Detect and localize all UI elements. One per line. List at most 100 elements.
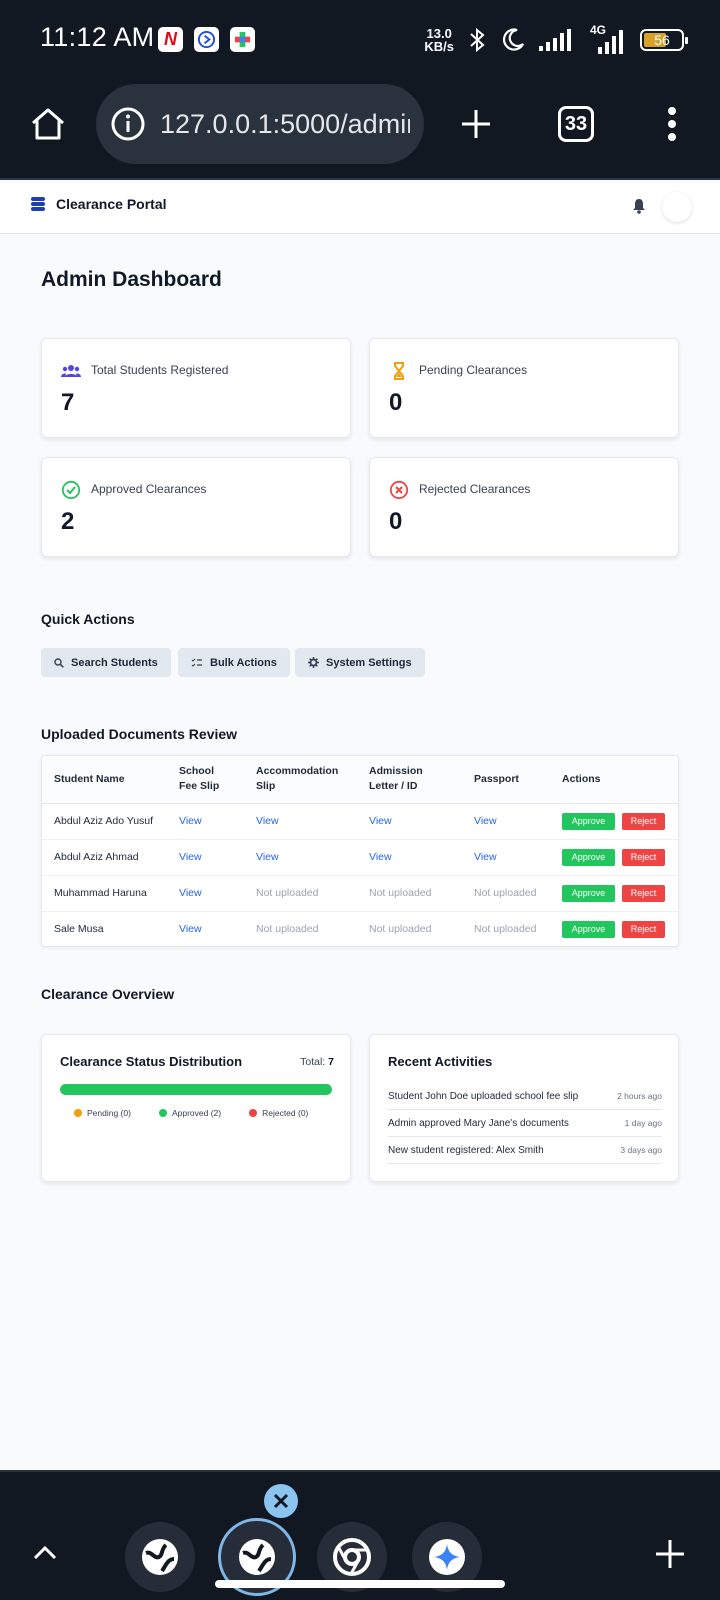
- info-icon[interactable]: [110, 106, 146, 142]
- list-item: Student John Doe uploaded school fee sli…: [388, 1083, 662, 1110]
- check-circle-icon: [61, 480, 81, 500]
- moon-icon: [502, 28, 524, 51]
- approve-button[interactable]: Approve: [562, 920, 615, 938]
- app-header: Clearance Portal: [0, 182, 720, 234]
- student-name: Muhammad Haruna: [42, 875, 167, 912]
- not-uploaded-text: Not uploaded: [256, 923, 319, 936]
- brand[interactable]: Clearance Portal: [30, 196, 167, 212]
- progress-fill: [60, 1084, 332, 1095]
- tab-count: 33: [558, 106, 594, 142]
- close-icon: [273, 1493, 289, 1509]
- not-uploaded-text: Not uploaded: [244, 875, 357, 912]
- column-header: School Fee Slip: [167, 756, 244, 804]
- stat-card-total-students: Total Students Registered 7: [41, 338, 351, 438]
- checklist-icon: [191, 658, 202, 667]
- quick-actions-title: Quick Actions: [41, 611, 135, 627]
- status-time: 11:12 AM: [40, 22, 155, 52]
- student-name: Abdul Aziz Ado Yusuf: [42, 803, 167, 840]
- not-uploaded-text: Not uploaded: [462, 875, 550, 912]
- globe-icon: [239, 1539, 275, 1575]
- more-vert-icon: [668, 107, 676, 141]
- users-icon: [61, 365, 81, 377]
- plus-icon: [656, 1540, 684, 1568]
- collapse-button[interactable]: [30, 1542, 66, 1572]
- hourglass-icon: [394, 362, 404, 380]
- stat-value: 0: [389, 508, 403, 535]
- list-item: New student registered: Alex Smith 3 days…: [388, 1137, 662, 1164]
- view-admission-link[interactable]: View: [357, 803, 462, 840]
- status-bar: 11:12 AM N 13.0 KB/s 4G 56: [0, 0, 720, 80]
- button-label: Bulk Actions: [210, 656, 277, 669]
- bluetooth-icon: [470, 27, 485, 53]
- button-label: Search Students: [71, 656, 158, 669]
- legend-item-approved: Approved (2): [158, 1108, 221, 1118]
- approve-button[interactable]: Approve: [562, 848, 615, 866]
- stat-label: Total Students Registered: [91, 363, 229, 377]
- reject-button[interactable]: Reject: [622, 848, 665, 866]
- network-speed: 13.0 KB/s: [424, 26, 454, 54]
- bell-icon: [633, 199, 645, 214]
- legend-item-pending: Pending (0): [74, 1108, 131, 1118]
- table-row: Muhammad Haruna View Not uploaded Not up…: [42, 875, 678, 912]
- approve-button[interactable]: Approve: [562, 884, 615, 902]
- menu-button[interactable]: [650, 102, 694, 146]
- overview-title: Clearance Overview: [41, 986, 175, 1002]
- tab-switcher-button[interactable]: 33: [554, 102, 598, 146]
- approve-button[interactable]: Approve: [562, 812, 615, 830]
- avatar[interactable]: [662, 192, 692, 222]
- column-header: Student Name: [42, 756, 167, 804]
- view-admission-link[interactable]: View: [357, 839, 462, 876]
- view-accommodation-link[interactable]: View: [244, 839, 357, 876]
- globe-icon: [142, 1539, 178, 1575]
- stat-label: Rejected Clearances: [419, 482, 531, 496]
- close-tab-button[interactable]: [264, 1484, 298, 1518]
- system-settings-button[interactable]: System Settings: [295, 648, 425, 677]
- view-fee-slip-link[interactable]: View: [167, 803, 244, 840]
- bulk-actions-button[interactable]: Bulk Actions: [178, 648, 290, 677]
- table-header-row: Student Name School Fee Slip Accommodati…: [42, 756, 678, 804]
- column-header: Actions: [550, 756, 678, 804]
- url-bar[interactable]: 127.0.0.1:5000/admin: [96, 84, 424, 164]
- view-fee-slip-link[interactable]: View: [167, 839, 244, 876]
- reject-button[interactable]: Reject: [622, 920, 665, 938]
- button-label: System Settings: [326, 656, 412, 669]
- home-icon: [32, 108, 64, 140]
- new-tab-button[interactable]: [454, 102, 498, 146]
- actions-cell: Approve Reject: [550, 803, 678, 840]
- view-fee-slip-link[interactable]: View: [167, 911, 244, 946]
- table-row: Abdul Aziz Ahmad View View View View App…: [42, 839, 678, 876]
- view-accommodation-link[interactable]: View: [244, 803, 357, 840]
- actions-cell: Approve Reject: [550, 911, 678, 946]
- view-passport-link[interactable]: View: [462, 803, 550, 840]
- new-tab-button-bottom[interactable]: [654, 1538, 690, 1574]
- status-progress-bar: [60, 1084, 332, 1095]
- reject-button[interactable]: Reject: [622, 884, 665, 902]
- not-uploaded-text: Not uploaded: [369, 923, 432, 936]
- netflix-like-icon: N: [158, 27, 183, 52]
- plus-icon: [462, 110, 490, 138]
- brand-name: Clearance Portal: [56, 196, 167, 212]
- column-header: Accommodation Slip: [244, 756, 357, 804]
- search-students-button[interactable]: Search Students: [41, 648, 171, 677]
- home-button[interactable]: [26, 102, 70, 146]
- signal-4g-icon: 4G: [584, 23, 628, 55]
- table-row: Abdul Aziz Ado Yusuf View View View View…: [42, 803, 678, 840]
- notification-button[interactable]: [632, 198, 646, 219]
- gemini-icon: [429, 1539, 465, 1575]
- list-item: Admin approved Mary Jane's documents 1 da…: [388, 1110, 662, 1137]
- status-distribution-card: Clearance Status Distribution Total: 7 P…: [41, 1034, 351, 1182]
- reject-button[interactable]: Reject: [622, 812, 665, 830]
- view-fee-slip-link[interactable]: View: [167, 875, 244, 912]
- column-header: Admission Letter / ID: [357, 756, 462, 804]
- column-header: Passport: [462, 756, 550, 804]
- view-passport-link[interactable]: View: [462, 839, 550, 876]
- stat-card-pending: Pending Clearances 0: [369, 338, 679, 438]
- url-text[interactable]: 127.0.0.1:5000/admin: [160, 109, 410, 140]
- not-uploaded-text: Not uploaded: [474, 923, 537, 936]
- remote-icon: [194, 27, 219, 52]
- actions-cell: Approve Reject: [550, 875, 678, 912]
- layers-icon: [31, 197, 45, 211]
- home-indicator: [215, 1580, 505, 1588]
- documents-table: Student Name School Fee Slip Accommodati…: [41, 755, 679, 947]
- tab-thumb-1[interactable]: [125, 1522, 195, 1592]
